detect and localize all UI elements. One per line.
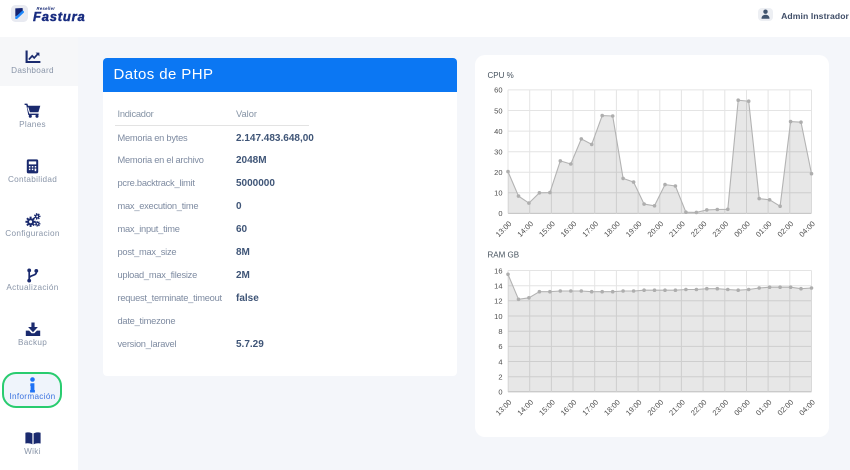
svg-text:30: 30 (494, 148, 502, 157)
svg-text:14: 14 (494, 282, 502, 291)
svg-text:20:00: 20:00 (645, 220, 665, 240)
svg-text:23:00: 23:00 (710, 398, 730, 418)
svg-text:60: 60 (494, 86, 502, 95)
svg-text:19:00: 19:00 (623, 220, 643, 240)
svg-text:4: 4 (498, 358, 502, 367)
svg-text:02:00: 02:00 (775, 398, 795, 418)
svg-text:16: 16 (494, 267, 502, 276)
svg-text:00:00: 00:00 (732, 220, 752, 240)
svg-text:22:00: 22:00 (688, 398, 708, 418)
svg-text:CPU %: CPU % (487, 71, 513, 80)
svg-text:21:00: 21:00 (667, 398, 687, 418)
svg-text:16:00: 16:00 (558, 220, 578, 240)
svg-text:50: 50 (494, 107, 502, 116)
svg-text:10: 10 (494, 312, 502, 321)
svg-text:12: 12 (494, 297, 502, 306)
svg-text:20:00: 20:00 (645, 398, 665, 418)
svg-text:02:00: 02:00 (775, 220, 795, 240)
svg-text:14:00: 14:00 (515, 220, 535, 240)
svg-text:20: 20 (494, 168, 502, 177)
svg-text:0: 0 (498, 209, 502, 218)
svg-text:04:00: 04:00 (797, 398, 817, 418)
svg-text:19:00: 19:00 (623, 398, 643, 418)
svg-text:15:00: 15:00 (537, 220, 557, 240)
svg-text:RAM GB: RAM GB (487, 251, 519, 260)
svg-text:40: 40 (494, 127, 502, 136)
svg-text:0: 0 (498, 388, 502, 397)
svg-text:6: 6 (498, 342, 502, 351)
svg-text:01:00: 01:00 (753, 398, 773, 418)
svg-text:8: 8 (498, 327, 502, 336)
svg-text:17:00: 17:00 (580, 398, 600, 418)
svg-text:13:00: 13:00 (493, 398, 513, 418)
svg-text:14:00: 14:00 (515, 398, 535, 418)
svg-text:18:00: 18:00 (602, 398, 622, 418)
svg-text:00:00: 00:00 (732, 398, 752, 418)
svg-text:22:00: 22:00 (688, 220, 708, 240)
svg-text:13:00: 13:00 (493, 220, 513, 240)
svg-text:17:00: 17:00 (580, 220, 600, 240)
svg-text:18:00: 18:00 (602, 220, 622, 240)
svg-text:10: 10 (494, 189, 502, 198)
svg-text:2: 2 (498, 373, 502, 382)
svg-text:15:00: 15:00 (537, 398, 557, 418)
svg-text:16:00: 16:00 (558, 398, 578, 418)
svg-text:23:00: 23:00 (710, 220, 730, 240)
svg-text:21:00: 21:00 (667, 220, 687, 240)
svg-text:01:00: 01:00 (753, 220, 773, 240)
svg-text:04:00: 04:00 (797, 220, 817, 240)
